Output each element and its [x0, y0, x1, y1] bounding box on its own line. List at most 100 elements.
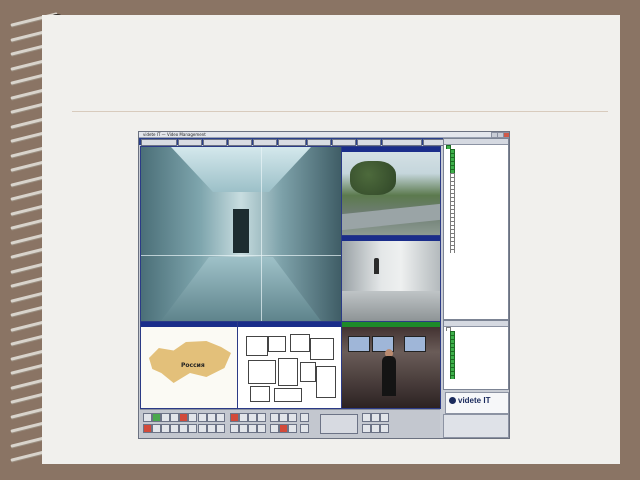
- camera-view-outdoor[interactable]: [341, 146, 441, 236]
- control-button[interactable]: [230, 424, 239, 433]
- outdoor-tree: [350, 161, 396, 195]
- control-button[interactable]: [239, 424, 248, 433]
- brand-mark-icon: [449, 397, 456, 404]
- control-button[interactable]: [143, 424, 152, 433]
- camera-header-map: [141, 322, 237, 327]
- secondary-tree-list: [444, 327, 508, 379]
- tree-item[interactable]: [444, 375, 508, 379]
- camera-header-hallway: [342, 236, 440, 241]
- floorplan-room: [250, 386, 270, 402]
- menu-bar: [139, 138, 453, 146]
- floorplan-room: [310, 338, 334, 360]
- control-button[interactable]: [239, 413, 248, 422]
- brand-logo: videte IT: [445, 392, 509, 414]
- control-button[interactable]: [257, 413, 266, 422]
- camera-header-floorplan: [238, 322, 341, 327]
- tree-checkbox[interactable]: [450, 375, 455, 379]
- camera-view-office[interactable]: [341, 321, 441, 409]
- brand-name: videte IT: [458, 396, 491, 405]
- control-button[interactable]: [188, 424, 197, 433]
- playback-control-bar: [140, 409, 440, 438]
- camera-header-office: [342, 322, 440, 327]
- crosshair-vertical: [261, 147, 262, 321]
- control-button[interactable]: [362, 413, 371, 422]
- menu-item-6[interactable]: [278, 139, 306, 146]
- control-button[interactable]: [270, 413, 279, 422]
- control-button[interactable]: [288, 413, 297, 422]
- control-button[interactable]: [216, 413, 225, 422]
- control-button[interactable]: [216, 424, 225, 433]
- control-button[interactable]: [161, 413, 170, 422]
- control-button[interactable]: [371, 413, 380, 422]
- control-button[interactable]: [257, 424, 266, 433]
- menu-item-7[interactable]: [307, 139, 331, 146]
- secondary-tree-panel: [443, 320, 509, 390]
- floorplan-view[interactable]: [237, 321, 342, 409]
- control-button[interactable]: [288, 424, 297, 433]
- control-button[interactable]: [143, 413, 152, 422]
- surveillance-app-window: videte IT — Video Management Россия vide…: [138, 131, 510, 439]
- control-button[interactable]: [198, 424, 207, 433]
- control-button[interactable]: [279, 413, 288, 422]
- camera-view-hallway[interactable]: [341, 235, 441, 322]
- control-button[interactable]: [207, 424, 216, 433]
- control-button[interactable]: [279, 424, 288, 433]
- camera-tree-list: [444, 145, 508, 253]
- camera-view-corridor[interactable]: [140, 146, 342, 322]
- control-button[interactable]: [300, 424, 309, 433]
- window-title: videte IT — Video Management: [143, 132, 206, 137]
- control-button[interactable]: [362, 424, 371, 433]
- office-monitor: [404, 336, 426, 352]
- control-button[interactable]: [198, 413, 207, 422]
- control-button[interactable]: [170, 413, 179, 422]
- map-country-label: Россия: [181, 362, 205, 369]
- page-divider-line: [72, 111, 608, 112]
- status-panel: [443, 414, 509, 438]
- tree-item[interactable]: [444, 249, 508, 253]
- control-button[interactable]: [152, 424, 161, 433]
- control-button[interactable]: [300, 413, 309, 422]
- crosshair-horizontal: [141, 255, 341, 256]
- control-button[interactable]: [161, 424, 170, 433]
- control-button[interactable]: [380, 424, 389, 433]
- office-person: [382, 356, 396, 396]
- control-button[interactable]: [207, 413, 216, 422]
- control-button[interactable]: [270, 424, 279, 433]
- corridor-ceiling: [171, 147, 311, 192]
- menu-item-3[interactable]: [203, 139, 227, 146]
- control-button[interactable]: [248, 413, 257, 422]
- control-button[interactable]: [230, 413, 239, 422]
- playback-slider-panel[interactable]: [320, 414, 358, 434]
- floorplan-room: [290, 334, 310, 352]
- menu-item-1[interactable]: [141, 139, 177, 146]
- control-button[interactable]: [170, 424, 179, 433]
- menu-item-10[interactable]: [382, 139, 422, 146]
- camera-header-outdoor: [342, 147, 440, 152]
- control-button[interactable]: [188, 413, 197, 422]
- floorplan-room: [316, 366, 336, 398]
- menu-item-2[interactable]: [178, 139, 202, 146]
- floorplan-room: [278, 358, 298, 386]
- menu-item-4[interactable]: [228, 139, 252, 146]
- menu-item-8[interactable]: [332, 139, 356, 146]
- control-button[interactable]: [152, 413, 161, 422]
- outdoor-road: [342, 203, 440, 231]
- camera-tree-panel: [443, 138, 509, 320]
- tree-checkbox[interactable]: [450, 249, 455, 253]
- floorplan-room: [268, 336, 286, 352]
- control-button[interactable]: [179, 424, 188, 433]
- control-button[interactable]: [380, 413, 389, 422]
- floorplan-room: [246, 336, 268, 356]
- menu-item-5[interactable]: [253, 139, 277, 146]
- corridor-door: [233, 209, 249, 253]
- control-button[interactable]: [371, 424, 380, 433]
- hallway-person: [374, 258, 379, 274]
- map-view-russia[interactable]: Россия: [140, 321, 238, 409]
- control-button[interactable]: [248, 424, 257, 433]
- control-button[interactable]: [179, 413, 188, 422]
- corridor-floor: [161, 257, 321, 321]
- floorplan-room: [274, 388, 302, 402]
- floorplan-room: [300, 362, 316, 382]
- office-monitor: [348, 336, 370, 352]
- menu-item-9[interactable]: [357, 139, 381, 146]
